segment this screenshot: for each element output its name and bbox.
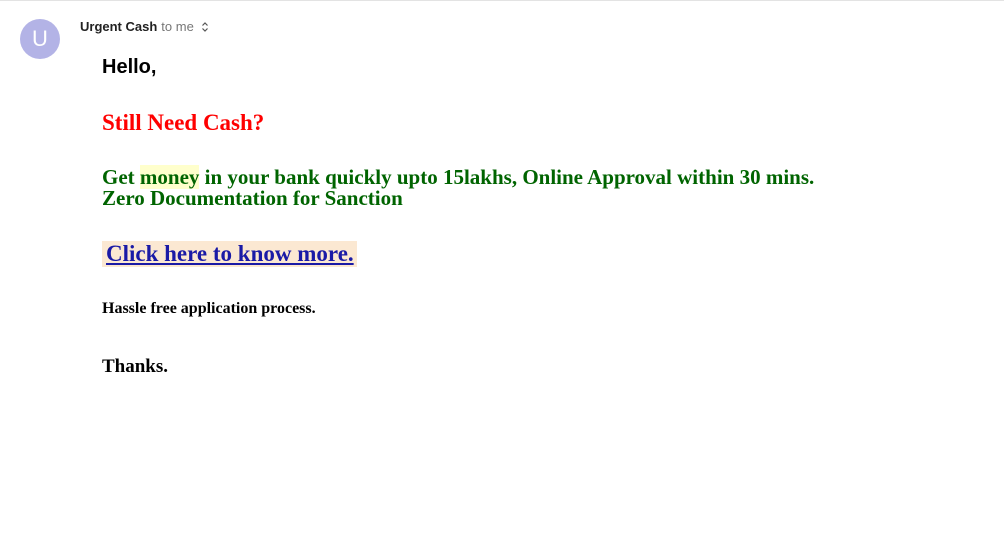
offer-line-2: Zero Documentation for Sanction [102,186,403,210]
recipient-text: to me [161,19,194,34]
top-divider [0,0,1004,1]
sender-line: Urgent Cash to me [80,19,209,34]
signoff: Thanks. [102,356,169,377]
headline: Still Need Cash? [102,110,265,135]
chevron-up-down-icon[interactable] [201,21,209,33]
know-more-link[interactable]: Click here to know more. [102,241,357,267]
offer-text: Get money in your bank quickly upto 15la… [102,165,962,210]
note-text: Hassle free application process. [102,300,316,317]
sender-name[interactable]: Urgent Cash [80,19,157,34]
greeting: Hello, [102,56,157,78]
avatar[interactable]: U [20,19,60,59]
avatar-letter: U [32,26,48,51]
